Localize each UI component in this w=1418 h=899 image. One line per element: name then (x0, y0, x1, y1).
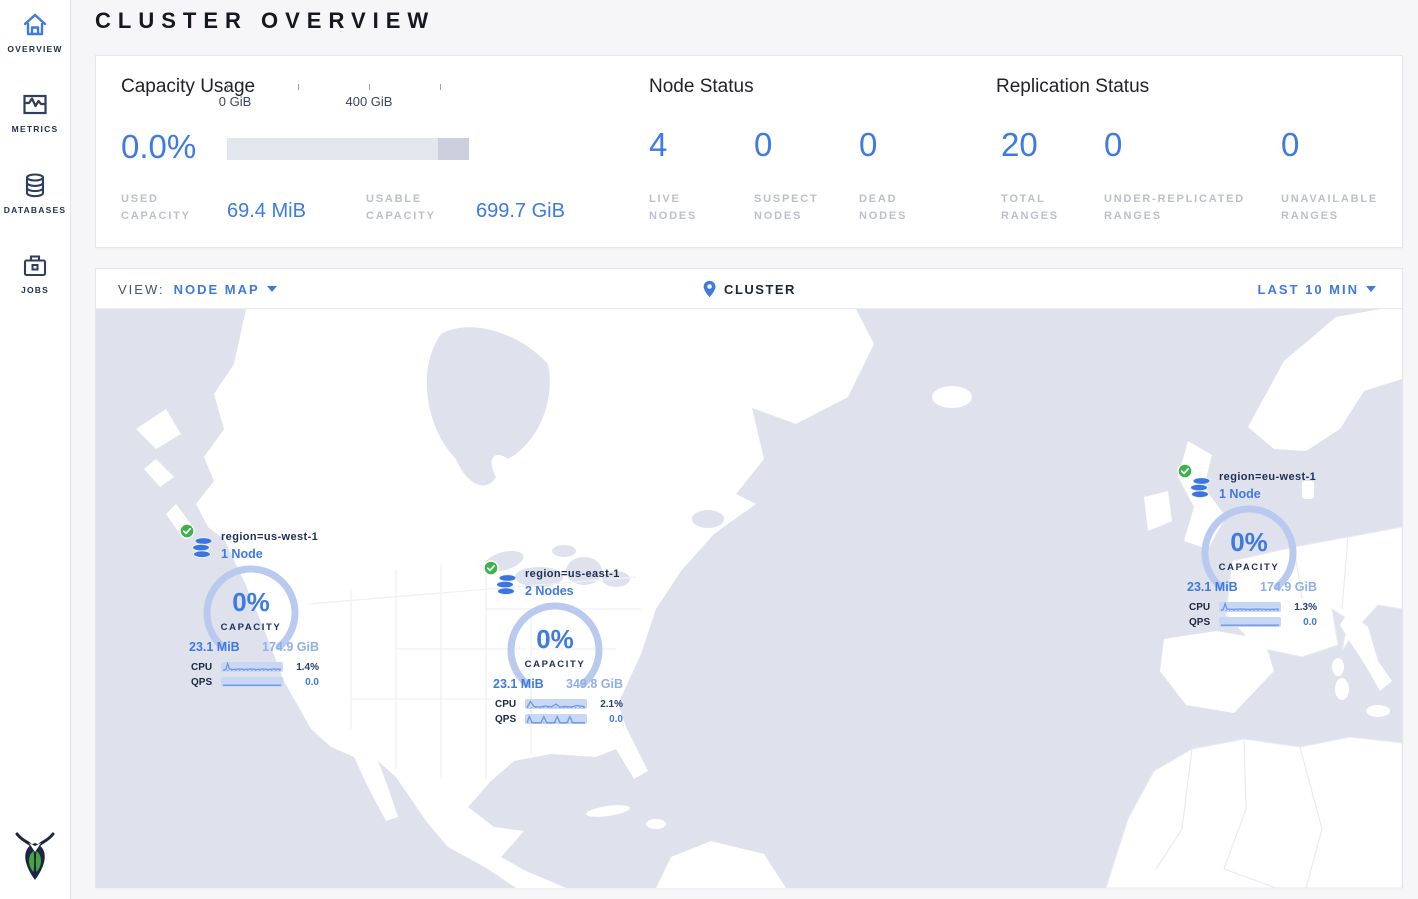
total-ranges-count: 20 (1001, 126, 1038, 164)
metrics-icon (21, 92, 49, 118)
region-label: region=eu-west-1 (1219, 471, 1316, 483)
live-nodes-count: 4 (649, 126, 667, 164)
qps-value: 0.0 (1281, 617, 1317, 628)
cpu-label: CPU (495, 699, 525, 710)
databases-icon (21, 172, 49, 199)
page-title: CLUSTER OVERVIEW (95, 8, 435, 34)
live-nodes-label: LIVE NODES (649, 191, 729, 225)
time-range-value: LAST 10 MIN (1258, 282, 1359, 297)
cockroachdb-logo (11, 830, 59, 887)
qps-label: QPS (1189, 617, 1219, 628)
cpu-sparkline (525, 699, 587, 709)
node-count-label: 2 Nodes (525, 584, 574, 598)
view-selector-value: NODE MAP (174, 282, 260, 297)
capacity-percent-value: 0% (201, 587, 301, 618)
qps-value: 0.0 (587, 714, 623, 725)
sidebar-item-label: OVERVIEW (0, 44, 70, 54)
healthy-check-icon (1177, 463, 1193, 479)
usable-capacity-value: 699.7 GiB (476, 200, 565, 223)
cpu-value: 1.4% (283, 662, 319, 673)
qps-sparkline (525, 714, 587, 724)
cpu-label: CPU (191, 662, 221, 673)
sidebar-item-label: JOBS (0, 285, 70, 295)
region-label: region=us-east-1 (525, 568, 620, 580)
sidebar-item-jobs[interactable]: JOBS (0, 252, 70, 295)
jobs-icon (21, 252, 49, 279)
healthy-check-icon (179, 523, 195, 539)
used-capacity-value: 69.4 MiB (227, 200, 306, 223)
qps-label: QPS (191, 677, 221, 688)
used-capacity-label: USED CAPACITY (121, 191, 213, 225)
capacity-percent-value: 0% (1199, 527, 1299, 558)
node-map-panel: VIEW: NODE MAP CLUSTER LAST 10 MIN (95, 268, 1403, 888)
capacity-tick (298, 84, 299, 90)
qps-sparkline (1219, 617, 1281, 627)
cpu-label: CPU (1189, 602, 1219, 613)
cluster-breadcrumb-label: CLUSTER (724, 282, 796, 297)
capacity-tick-label: 400 GiB (346, 94, 393, 109)
capacity-caption: CAPACITY (505, 659, 605, 670)
used-capacity: 23.1 MiB (493, 677, 544, 691)
total-ranges-label: TOTAL RANGES (1001, 191, 1091, 225)
time-range-selector[interactable]: LAST 10 MIN (1258, 282, 1376, 297)
used-capacity: 23.1 MiB (189, 640, 240, 654)
unavailable-count: 0 (1281, 126, 1299, 164)
under-replicated-count: 0 (1104, 126, 1122, 164)
total-capacity: 349.8 GiB (566, 677, 623, 691)
cluster-summary-panel: Capacity Usage 0.0% 0 GiB 400 GiB USED C… (95, 55, 1403, 248)
view-selector[interactable]: NODE MAP (174, 282, 277, 297)
sidebar-item-metrics[interactable]: METRICS (0, 92, 70, 134)
capacity-tick (440, 84, 441, 90)
unavailable-label: UNAVAILABLE RANGES (1281, 191, 1401, 225)
home-icon (21, 12, 49, 38)
capacity-percent: 0.0% (121, 128, 196, 166)
cpu-value: 2.1% (587, 699, 623, 710)
qps-label: QPS (495, 714, 525, 725)
usable-capacity-label: USABLE CAPACITY (366, 191, 458, 225)
capacity-caption: CAPACITY (201, 622, 301, 633)
breadcrumb-cluster[interactable]: CLUSTER (702, 269, 796, 309)
capacity-caption: CAPACITY (1199, 562, 1299, 573)
qps-value: 0.0 (283, 677, 319, 688)
dead-nodes-label: DEAD NODES (859, 191, 939, 225)
suspect-nodes-label: SUSPECT NODES (754, 191, 844, 225)
node-count-label: 1 Node (1219, 487, 1261, 501)
chevron-down-icon (1366, 286, 1376, 292)
replication-status-title: Replication Status (996, 76, 1149, 98)
node-count-label: 1 Node (221, 547, 263, 561)
capacity-tick (227, 84, 228, 90)
total-capacity: 174.9 GiB (1260, 580, 1317, 594)
healthy-check-icon (483, 560, 499, 576)
cpu-sparkline (1219, 602, 1281, 612)
sidebar-item-label: METRICS (0, 124, 70, 134)
locality-us-east-1[interactable]: region=us-east-1 2 Nodes 0% CAPACITY 23.… (489, 564, 625, 728)
region-label: region=us-west-1 (221, 531, 318, 543)
dead-nodes-count: 0 (859, 126, 877, 164)
world-map-canvas[interactable]: region=us-west-1 1 Node 0% CAPACITY 23.1… (96, 309, 1402, 888)
capacity-tick (369, 84, 370, 90)
capacity-tick-label: 0 GiB (219, 94, 252, 109)
map-toolbar: VIEW: NODE MAP CLUSTER LAST 10 MIN (96, 269, 1402, 309)
sidebar-item-databases[interactable]: DATABASES (0, 172, 70, 215)
cpu-value: 1.3% (1281, 602, 1317, 613)
suspect-nodes-count: 0 (754, 126, 772, 164)
sidebar: OVERVIEW METRICS DATABASES JOBS (0, 0, 71, 899)
used-capacity: 23.1 MiB (1187, 580, 1238, 594)
locality-eu-west-1[interactable]: region=eu-west-1 1 Node 0% CAPACITY 23.1… (1183, 467, 1319, 631)
main-content: CLUSTER OVERVIEW Capacity Usage 0.0% 0 G… (71, 0, 1418, 899)
capacity-bar (227, 138, 469, 160)
chevron-down-icon (267, 286, 277, 292)
capacity-bar-reserved-segment (438, 138, 469, 160)
locality-us-west-1[interactable]: region=us-west-1 1 Node 0% CAPACITY 23.1… (185, 527, 321, 691)
cpu-sparkline (221, 662, 283, 672)
total-capacity: 174.9 GiB (262, 640, 319, 654)
capacity-percent-value: 0% (505, 624, 605, 655)
map-pin-icon (702, 280, 717, 298)
qps-sparkline (221, 677, 283, 687)
sidebar-item-label: DATABASES (0, 205, 70, 215)
view-label: VIEW: (118, 282, 165, 297)
sidebar-item-overview[interactable]: OVERVIEW (0, 12, 70, 54)
under-replicated-label: UNDER-REPLICATED RANGES (1104, 191, 1264, 225)
node-status-title: Node Status (649, 76, 754, 98)
